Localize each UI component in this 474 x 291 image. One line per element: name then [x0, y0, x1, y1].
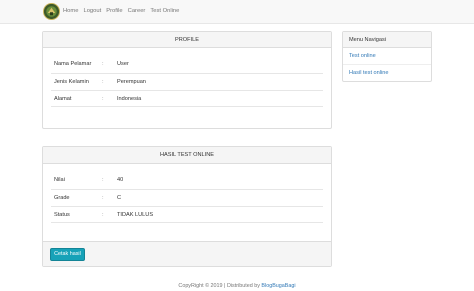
nav-links: Home Logout Profile Career Test Online [63, 8, 179, 15]
nav-profile[interactable]: Profile [106, 8, 122, 15]
navigation-menu-title: Menu Navigasi [343, 32, 431, 48]
result-row-status: Status : TIDAK LULUS [51, 206, 323, 223]
row-separator: : [102, 61, 104, 67]
profile-row-gender: Jenis Kelamin : Perempuan [51, 73, 323, 90]
result-row-score: Nilai : 40 [51, 172, 323, 189]
nav-logout[interactable]: Logout [83, 8, 101, 15]
top-navbar: Home Logout Profile Career Test Online [0, 0, 474, 24]
row-value: C [117, 195, 122, 201]
profile-panel: PROFILE Nama Pelamar : User Jenis Kelami… [42, 31, 332, 129]
row-separator: : [102, 79, 104, 85]
row-label: Status [54, 212, 70, 218]
row-label: Jenis Kelamin [54, 79, 89, 85]
result-panel-title: HASIL TEST ONLINE [43, 147, 331, 164]
row-label: Alamat [54, 96, 72, 102]
result-panel: HASIL TEST ONLINE Nilai : 40 Grade : C S… [42, 146, 332, 267]
profile-row-address: Alamat : Indonesia [51, 90, 323, 107]
row-label: Nama Pelamar [54, 61, 92, 67]
nav-home[interactable]: Home [63, 8, 78, 15]
profile-panel-title: PROFILE [43, 32, 331, 48]
row-label: Grade [54, 195, 70, 201]
row-separator: : [102, 195, 104, 201]
row-value: 40 [117, 177, 124, 183]
print-result-button[interactable]: Cetak hasil [50, 248, 85, 261]
row-value: Perempuan [117, 79, 146, 85]
sidebar-item-test-online[interactable]: Test online [343, 48, 431, 65]
result-panel-footer: Cetak hasil [43, 241, 331, 266]
row-value: TIDAK LULUS [117, 212, 154, 218]
sidebar-item-test-result[interactable]: Hasil test online [343, 65, 431, 82]
row-separator: : [102, 212, 104, 218]
profile-row-name: Nama Pelamar : User [51, 56, 323, 73]
result-row-grade: Grade : C [51, 189, 323, 206]
row-label: Nilai [54, 177, 65, 183]
page-footer: CopyRight © 2019 | Distributed by BlogBu… [0, 283, 474, 290]
footer-link[interactable]: BlogBugaBagi [261, 283, 295, 289]
row-value: Indonesia [117, 96, 142, 102]
nav-test-online[interactable]: Test Online [150, 8, 179, 15]
nav-career[interactable]: Career [128, 8, 146, 15]
row-value: User [117, 61, 129, 67]
row-separator: : [102, 96, 104, 102]
footer-copyright: CopyRight © 2019 | Distributed by [178, 283, 262, 289]
row-separator: : [102, 177, 104, 183]
navigation-menu-panel: Menu Navigasi Test online Hasil test onl… [342, 31, 432, 82]
logo-icon[interactable] [43, 3, 60, 20]
